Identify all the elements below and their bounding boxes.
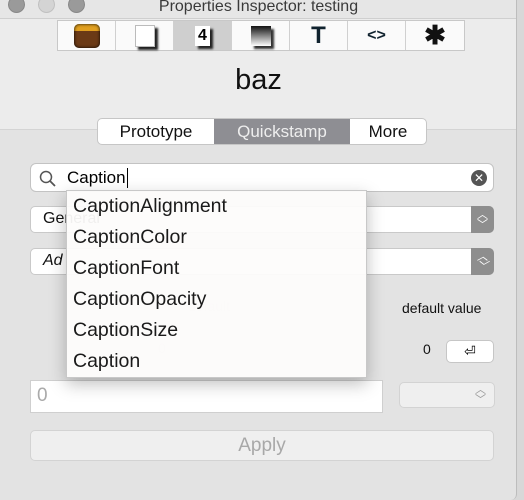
suggestion-item[interactable]: CaptionFont [67,253,366,284]
value-field[interactable]: 0 [30,380,383,413]
updown-chevron-icon: ︿ ﹀ [475,384,486,406]
text-icon: T [311,21,326,49]
gear-icon: ✱ [424,20,446,50]
tab-prototype[interactable]: Prototype [98,119,214,144]
toolbar-card-button[interactable] [116,21,174,50]
value-field-placeholder: 0 [37,385,48,406]
toolbar-gradient-button[interactable] [232,21,290,50]
suggestion-item[interactable]: Caption [67,346,366,377]
updown-chevron-icon: ︿ ﹀ [471,248,494,275]
use-default-button[interactable]: ⏎ [446,340,494,363]
tab-quickstamp[interactable]: Quickstamp [214,119,350,144]
toolbar-code-button[interactable]: <> [348,21,406,50]
title-bar: Properties Inspector: testing [0,0,516,19]
updown-chevron-icon: ︿ ﹀ [471,206,494,233]
search-input[interactable]: Caption [67,168,128,188]
card-icon [134,24,155,47]
property-popup-value: Ad [43,252,63,269]
tab-more[interactable]: More [350,119,426,144]
inspector-window: Properties Inspector: testing 4 T <> ✱ b… [0,0,517,500]
gradient-icon [250,25,271,46]
apply-button[interactable]: Apply [30,430,494,461]
number-icon: 4 [195,25,210,46]
inspector-toolbar: 4 T <> ✱ [57,20,465,51]
default-value: 0 [423,341,431,357]
toolbar-text-button[interactable]: T [290,21,348,50]
suggestion-item[interactable]: CaptionAlignment [67,191,366,222]
property-search-field[interactable]: Caption ✕ [30,163,494,192]
suggestion-item[interactable]: CaptionSize [67,315,366,346]
autocomplete-dropdown: CaptionAlignment CaptionColor CaptionFon… [66,190,367,378]
search-icon [39,170,56,187]
clear-search-icon[interactable]: ✕ [471,170,487,186]
object-icon [73,23,100,48]
toolbar-settings-button[interactable]: ✱ [406,20,464,50]
suggestion-item[interactable]: CaptionOpacity [67,284,366,315]
window-title: Properties Inspector: testing [158,0,359,15]
return-icon: ⏎ [464,343,476,359]
toolbar-number-button[interactable]: 4 [174,21,232,50]
object-name: baz [235,64,282,96]
mode-tabs: Prototype Quickstamp More [97,118,427,145]
toolbar-object-button[interactable] [58,21,116,50]
code-icon: <> [367,26,386,44]
suggestion-item[interactable]: CaptionColor [67,222,366,253]
unit-popup[interactable]: ︿ ﹀ [399,382,495,408]
default-value-label: default value [402,300,482,316]
